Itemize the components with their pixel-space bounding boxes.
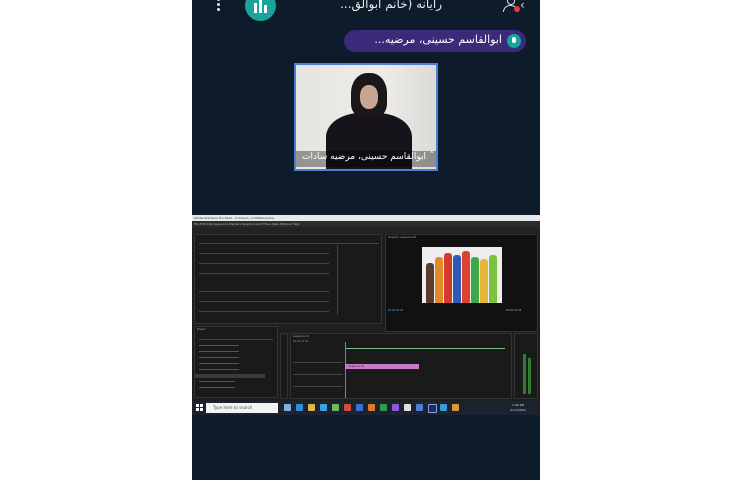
timeline-panel[interactable]: sequence 01 00:00:00:00 sequence 01: [290, 333, 512, 399]
caret-up-icon[interactable]: ˄: [430, 151, 435, 161]
meeting-app-window: رایانه (خانم ابوالق... ‹ ابوالقاسم حسینی…: [192, 0, 540, 480]
monitor-transport-controls[interactable]: [388, 321, 536, 336]
file-explorer-icon[interactable]: [308, 404, 315, 411]
active-speaker-pill[interactable]: ابوالقاسم حسینی، مرضیه...: [344, 30, 526, 52]
shared-screen[interactable]: Adobe Premiere Pro 2022 - C:\Users\...\U…: [192, 215, 540, 415]
tools-panel[interactable]: [280, 333, 288, 399]
windows-taskbar: Type here to search 1:02 PM 2/11/2022: [192, 401, 540, 415]
effect-controls-panel: [194, 234, 386, 324]
monitor-frame-bottles: [422, 247, 502, 303]
app-icon-6[interactable]: [452, 404, 459, 411]
workspace-bar: [192, 227, 540, 233]
participant-video-tile[interactable]: ابوالقاسم حسینی، مرضیه سادات ˄: [294, 63, 438, 171]
audio-meter-panel: [514, 333, 538, 399]
app-icon[interactable]: [332, 404, 339, 411]
excel-icon[interactable]: [380, 404, 387, 411]
more-options-icon[interactable]: [216, 0, 222, 14]
work-area-bar: [345, 348, 505, 349]
participants-bars-icon[interactable]: [245, 0, 276, 21]
user-icon[interactable]: [502, 0, 520, 12]
taskbar-search-input[interactable]: Type here to search: [206, 403, 278, 413]
playhead[interactable]: [345, 342, 346, 398]
store-icon[interactable]: [320, 404, 327, 411]
program-monitor-label: Program: sequence 01: [388, 236, 417, 239]
program-monitor: Program: sequence 01 00:00:00:00 00:00:0…: [385, 234, 538, 336]
premiere-taskbar-icon[interactable]: [428, 404, 437, 413]
word-icon[interactable]: [356, 404, 363, 411]
monitor-timecode-left: 00:00:00:00: [388, 309, 404, 312]
participant-face: [360, 85, 378, 109]
windows-start-icon[interactable]: [196, 404, 204, 412]
participant-name: ابوالقاسم حسینی، مرضیه سادات: [302, 152, 426, 162]
timeline-tab[interactable]: sequence 01: [293, 335, 309, 338]
chrome-icon[interactable]: [344, 404, 351, 411]
top-bar: رایانه (خانم ابوالق... ‹: [192, 0, 540, 21]
project-panel-label: Project: [197, 328, 206, 331]
app-icon-5[interactable]: [440, 404, 447, 411]
powerpoint-icon[interactable]: [368, 404, 375, 411]
task-view-icon[interactable]: [284, 404, 291, 411]
tile-caption: ابوالقاسم حسینی، مرضیه سادات ˄: [296, 151, 436, 167]
timeline-timecode: 00:00:00:00: [293, 340, 309, 343]
meeting-title: رایانه (خانم ابوالق...: [340, 0, 442, 11]
mic-icon: [507, 34, 521, 48]
active-speaker-name: ابوالقاسم حسینی، مرضیه...: [374, 33, 502, 46]
app-icon-2[interactable]: [392, 404, 399, 411]
timeline-clip[interactable]: sequence 01: [345, 364, 419, 369]
clock-date: 2/11/2022: [510, 408, 526, 412]
project-panel: Project: [194, 326, 278, 398]
app-icon-3[interactable]: [404, 404, 411, 411]
chevron-icon[interactable]: ‹: [520, 0, 525, 12]
edge-icon[interactable]: [296, 404, 303, 411]
monitor-timecode-right: 00:00:04:29: [506, 309, 522, 312]
taskbar-clock[interactable]: 1:02 PM 2/11/2022: [510, 403, 526, 413]
app-icon-4[interactable]: [416, 404, 423, 411]
